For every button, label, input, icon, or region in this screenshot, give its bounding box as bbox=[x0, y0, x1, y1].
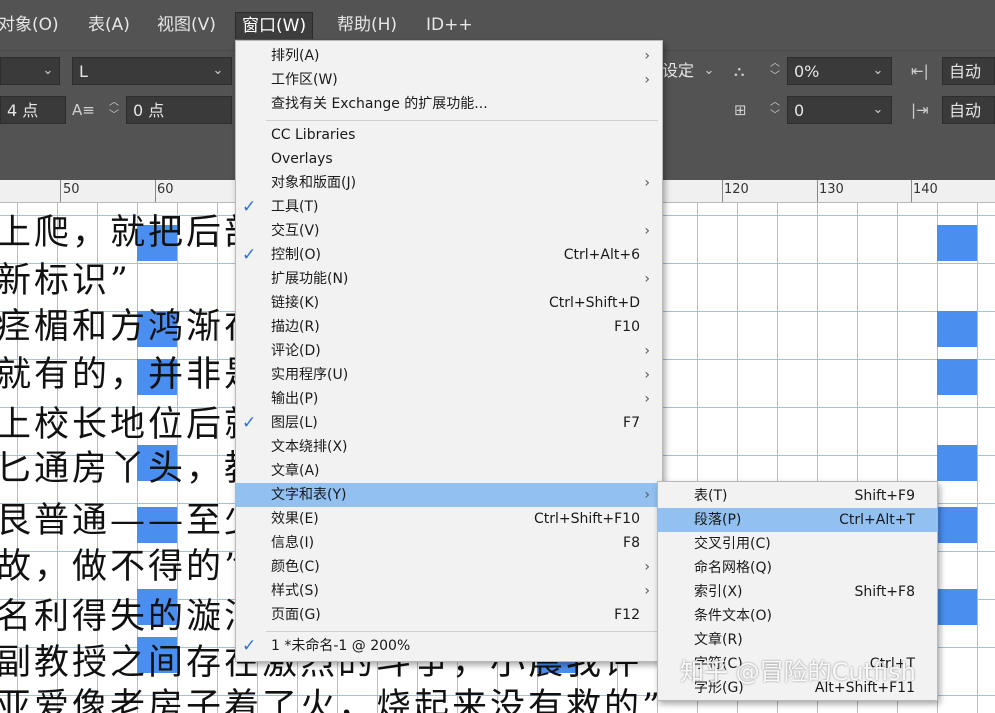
submenu-item-cross-references[interactable]: 交叉引用(C) bbox=[658, 532, 937, 556]
menu-item-arrange[interactable]: 排列(A) › bbox=[236, 44, 662, 68]
menu-item-styles[interactable]: 样式(S) › bbox=[236, 579, 662, 603]
window-menu-dropdown: 排列(A) › 工作区(W) › 查找有关 Exchange 的扩展功能... CC… bbox=[235, 40, 663, 662]
ruler-label: 120 bbox=[724, 182, 749, 197]
menu-item-cc-libraries[interactable]: CC Libraries bbox=[236, 123, 662, 147]
doc-text-line: 新标识” bbox=[0, 261, 131, 301]
composer-label: 设定 bbox=[662, 61, 695, 80]
submenu-item-conditional-text[interactable]: 条件文本(O) bbox=[658, 604, 937, 628]
checkmark-icon: ✓ bbox=[242, 636, 257, 656]
menu-item-color[interactable]: 颜色(C) › bbox=[236, 555, 662, 579]
chevron-right-icon: › bbox=[644, 343, 650, 359]
menu-item-overlays[interactable]: Overlays bbox=[236, 147, 662, 171]
menu-item-utilities[interactable]: 实用程序(U) › bbox=[236, 363, 662, 387]
grid-icon: ⊞ bbox=[734, 101, 747, 119]
menu-separator bbox=[266, 631, 658, 632]
menu-item-stroke[interactable]: 描边(R) F10 bbox=[236, 315, 662, 339]
menu-item-extensions[interactable]: 扩展功能(N) › bbox=[236, 267, 662, 291]
chevron-right-icon: › bbox=[644, 487, 650, 503]
chevron-down-icon[interactable]: ⌄ bbox=[697, 57, 721, 85]
ruler-label: 130 bbox=[819, 182, 844, 197]
submenu-item-named-grids[interactable]: 命名网格(Q) bbox=[658, 556, 937, 580]
ruler-label: 140 bbox=[913, 182, 938, 197]
menu-item-exchange[interactable]: 查找有关 Exchange 的扩展功能... bbox=[236, 92, 662, 116]
chevron-down-icon[interactable]: ⌄ bbox=[866, 57, 890, 85]
menu-separator bbox=[266, 120, 658, 121]
chevron-right-icon: › bbox=[644, 583, 650, 599]
menu-item-interactive[interactable]: 交互(V) › bbox=[236, 219, 662, 243]
ruler-label: 50 bbox=[63, 182, 80, 197]
menu-item-links[interactable]: 链接(K) Ctrl+Shift+D bbox=[236, 291, 662, 315]
text-highlight bbox=[937, 225, 977, 261]
submenu-item-paragraph[interactable]: 段落(P) Ctrl+Alt+T bbox=[658, 508, 937, 532]
chevron-right-icon: › bbox=[644, 48, 650, 64]
chevron-right-icon: › bbox=[644, 271, 650, 287]
ruler-tick bbox=[60, 180, 61, 202]
ruler-tick bbox=[911, 180, 912, 202]
text-highlight bbox=[937, 507, 977, 543]
leading-icon: A≡ bbox=[72, 101, 95, 119]
menu-item-text-wrap[interactable]: 文本绕排(X) bbox=[236, 435, 662, 459]
menu-item-story[interactable]: 文章(A) bbox=[236, 459, 662, 483]
menu-item-tools[interactable]: ✓ 工具(T) bbox=[236, 195, 662, 219]
menu-window[interactable]: 窗口(W) bbox=[235, 12, 314, 39]
ruler-label: 60 bbox=[157, 182, 174, 197]
auto-field-1[interactable]: 自动 bbox=[942, 57, 995, 85]
menu-help[interactable]: 帮助(H) bbox=[331, 12, 403, 38]
menu-item-control[interactable]: ✓ 控制(O) Ctrl+Alt+6 bbox=[236, 243, 662, 267]
text-highlight bbox=[937, 589, 977, 625]
align-right-icon[interactable]: |⇥ bbox=[911, 96, 929, 124]
ruler-tick bbox=[155, 180, 156, 202]
stepper-icon[interactable]: ︿ ﹀ bbox=[767, 57, 783, 85]
chevron-down-icon[interactable]: ⌄ bbox=[206, 57, 230, 85]
align-left-icon[interactable]: ⇤| bbox=[911, 57, 929, 85]
chevron-right-icon: › bbox=[644, 175, 650, 191]
checkmark-icon: ✓ bbox=[242, 197, 257, 217]
menu-item-output[interactable]: 输出(P) › bbox=[236, 387, 662, 411]
menu-object[interactable]: 对象(O) bbox=[0, 12, 65, 38]
ruler-tick bbox=[722, 180, 723, 202]
stepper-icon[interactable]: ︿ ﹀ bbox=[106, 96, 122, 124]
doc-text-line: 故，做不得的” bbox=[0, 547, 245, 587]
tracking-icon: ⛬ bbox=[734, 62, 745, 80]
menu-table[interactable]: 表(A) bbox=[82, 12, 136, 38]
chevron-right-icon: › bbox=[644, 559, 650, 575]
chevron-right-icon: › bbox=[644, 223, 650, 239]
menu-item-workspace[interactable]: 工作区(W) › bbox=[236, 68, 662, 92]
menu-item-effects[interactable]: 效果(E) Ctrl+Shift+F10 bbox=[236, 507, 662, 531]
menu-item-comments[interactable]: 评论(D) › bbox=[236, 339, 662, 363]
chevron-down-icon[interactable]: ⌄ bbox=[866, 96, 890, 124]
menu-item-type-and-tables[interactable]: 文字和表(Y) › bbox=[236, 483, 662, 507]
chevron-right-icon: › bbox=[644, 72, 650, 88]
menu-item-info[interactable]: 信息(I) F8 bbox=[236, 531, 662, 555]
chevron-right-icon: › bbox=[644, 391, 650, 407]
menu-item-layers[interactable]: ✓ 图层(L) F7 bbox=[236, 411, 662, 435]
stepper-icon[interactable]: ︿ ﹀ bbox=[767, 96, 783, 124]
submenu-item-table[interactable]: 表(T) Shift+F9 bbox=[658, 484, 937, 508]
baseline-shift-field[interactable]: 0 点 bbox=[126, 96, 232, 124]
menu-item-object-layout[interactable]: 对象和版面(J) › bbox=[236, 171, 662, 195]
menu-idplusplus[interactable]: ID++ bbox=[420, 12, 479, 38]
chevron-right-icon: › bbox=[644, 367, 650, 383]
text-highlight bbox=[937, 445, 977, 481]
menu-item-pages[interactable]: 页面(G) F12 bbox=[236, 603, 662, 627]
watermark: 知乎 @冒险的Cutfish bbox=[680, 658, 916, 686]
text-highlight bbox=[937, 311, 977, 347]
menu-item-document-window[interactable]: ✓ 1 *未命名-1 @ 200% bbox=[236, 634, 662, 658]
auto-field-2[interactable]: 自动 bbox=[942, 96, 995, 124]
chevron-down-icon[interactable]: ⌄ bbox=[36, 57, 60, 85]
submenu-item-story[interactable]: 文章(R) bbox=[658, 628, 937, 652]
font-size-field[interactable]: 4 点 bbox=[0, 96, 66, 124]
checkmark-icon: ✓ bbox=[242, 413, 257, 433]
submenu-item-index[interactable]: 索引(X) Shift+F8 bbox=[658, 580, 937, 604]
doc-text-line: 亚爱像老房子着了火，烧起来没有救的” bbox=[0, 687, 663, 713]
ruler-tick bbox=[817, 180, 818, 202]
text-highlight bbox=[937, 359, 977, 395]
checkmark-icon: ✓ bbox=[242, 245, 257, 265]
menu-view[interactable]: 视图(V) bbox=[151, 12, 222, 38]
